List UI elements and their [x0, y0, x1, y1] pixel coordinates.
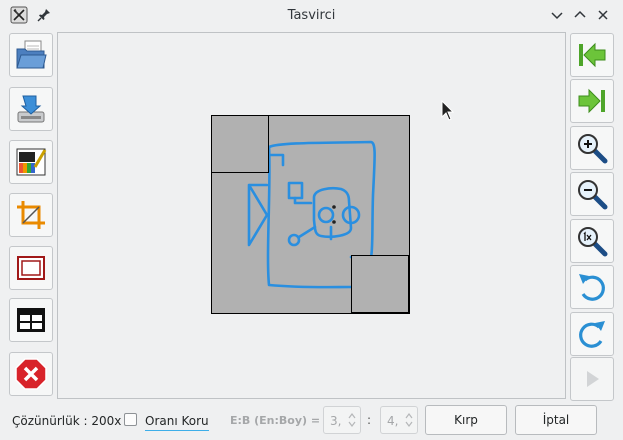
- close-icon[interactable]: [594, 6, 612, 24]
- ratio-width-value: 3,: [330, 414, 342, 428]
- resolution-label: Çözünürlük : 200x: [12, 414, 122, 428]
- rotate-left-icon: [579, 274, 605, 301]
- crop-handle-bottom-right[interactable]: [351, 255, 409, 313]
- crop-button[interactable]: [9, 193, 53, 237]
- frame-icon: [17, 256, 45, 280]
- minimize-icon[interactable]: [548, 6, 566, 24]
- spin-arrows-icon[interactable]: [404, 410, 414, 430]
- ratio-height-spinbox[interactable]: 4,: [380, 406, 418, 434]
- save-icon: [17, 95, 45, 123]
- keep-ratio-label[interactable]: Oranı Koru: [145, 414, 209, 431]
- zoom-original-button[interactable]: [570, 219, 614, 263]
- zoom-out-button[interactable]: [570, 172, 614, 216]
- ratio-label: E:B (En:Boy) =: [230, 414, 321, 427]
- play-icon: [587, 371, 599, 387]
- maximize-icon[interactable]: [571, 6, 589, 24]
- color-adjust-button[interactable]: [9, 140, 53, 184]
- play-button[interactable]: [570, 357, 614, 401]
- zoom-in-icon: [578, 134, 608, 164]
- zoom-original-icon: [578, 227, 608, 257]
- ratio-width-spinbox[interactable]: 3,: [323, 406, 361, 434]
- zoom-in-button[interactable]: [570, 126, 614, 170]
- rotate-right-icon: [579, 321, 605, 348]
- go-first-icon: [579, 42, 606, 68]
- bottom-bar: Çözünürlük : 200x Oranı Koru E:B (En:Boy…: [0, 401, 623, 440]
- open-file-button[interactable]: [9, 33, 53, 77]
- rotate-right-button[interactable]: [570, 312, 614, 356]
- ratio-height-value: 4,: [387, 414, 399, 428]
- rotate-left-button[interactable]: [570, 265, 614, 309]
- zoom-out-icon: [578, 180, 608, 210]
- mouse-cursor-icon: [441, 100, 455, 121]
- window-title: Tasvirci: [287, 8, 336, 23]
- keep-ratio-checkbox[interactable]: [124, 413, 137, 426]
- last-button[interactable]: [570, 79, 614, 123]
- ratio-colon: :: [367, 413, 372, 427]
- crop-icon: [17, 201, 45, 229]
- title-bar: Tasvirci: [0, 0, 623, 30]
- grid-icon: [17, 308, 45, 332]
- first-button[interactable]: [570, 33, 614, 77]
- grid-button[interactable]: [9, 298, 53, 342]
- frame-button[interactable]: [9, 246, 53, 290]
- spin-arrows-icon[interactable]: [347, 410, 357, 430]
- save-button[interactable]: [9, 87, 53, 131]
- folder-open-icon: [16, 40, 47, 69]
- crop-confirm-button[interactable]: Kırp: [425, 405, 507, 435]
- color-palette-icon: [16, 148, 47, 176]
- cancel-dialog-button[interactable]: İptal: [515, 405, 597, 435]
- stop-icon: [15, 358, 47, 390]
- crop-handle-top-left[interactable]: [211, 115, 269, 173]
- go-last-icon: [578, 88, 605, 114]
- cancel-button[interactable]: [9, 352, 53, 396]
